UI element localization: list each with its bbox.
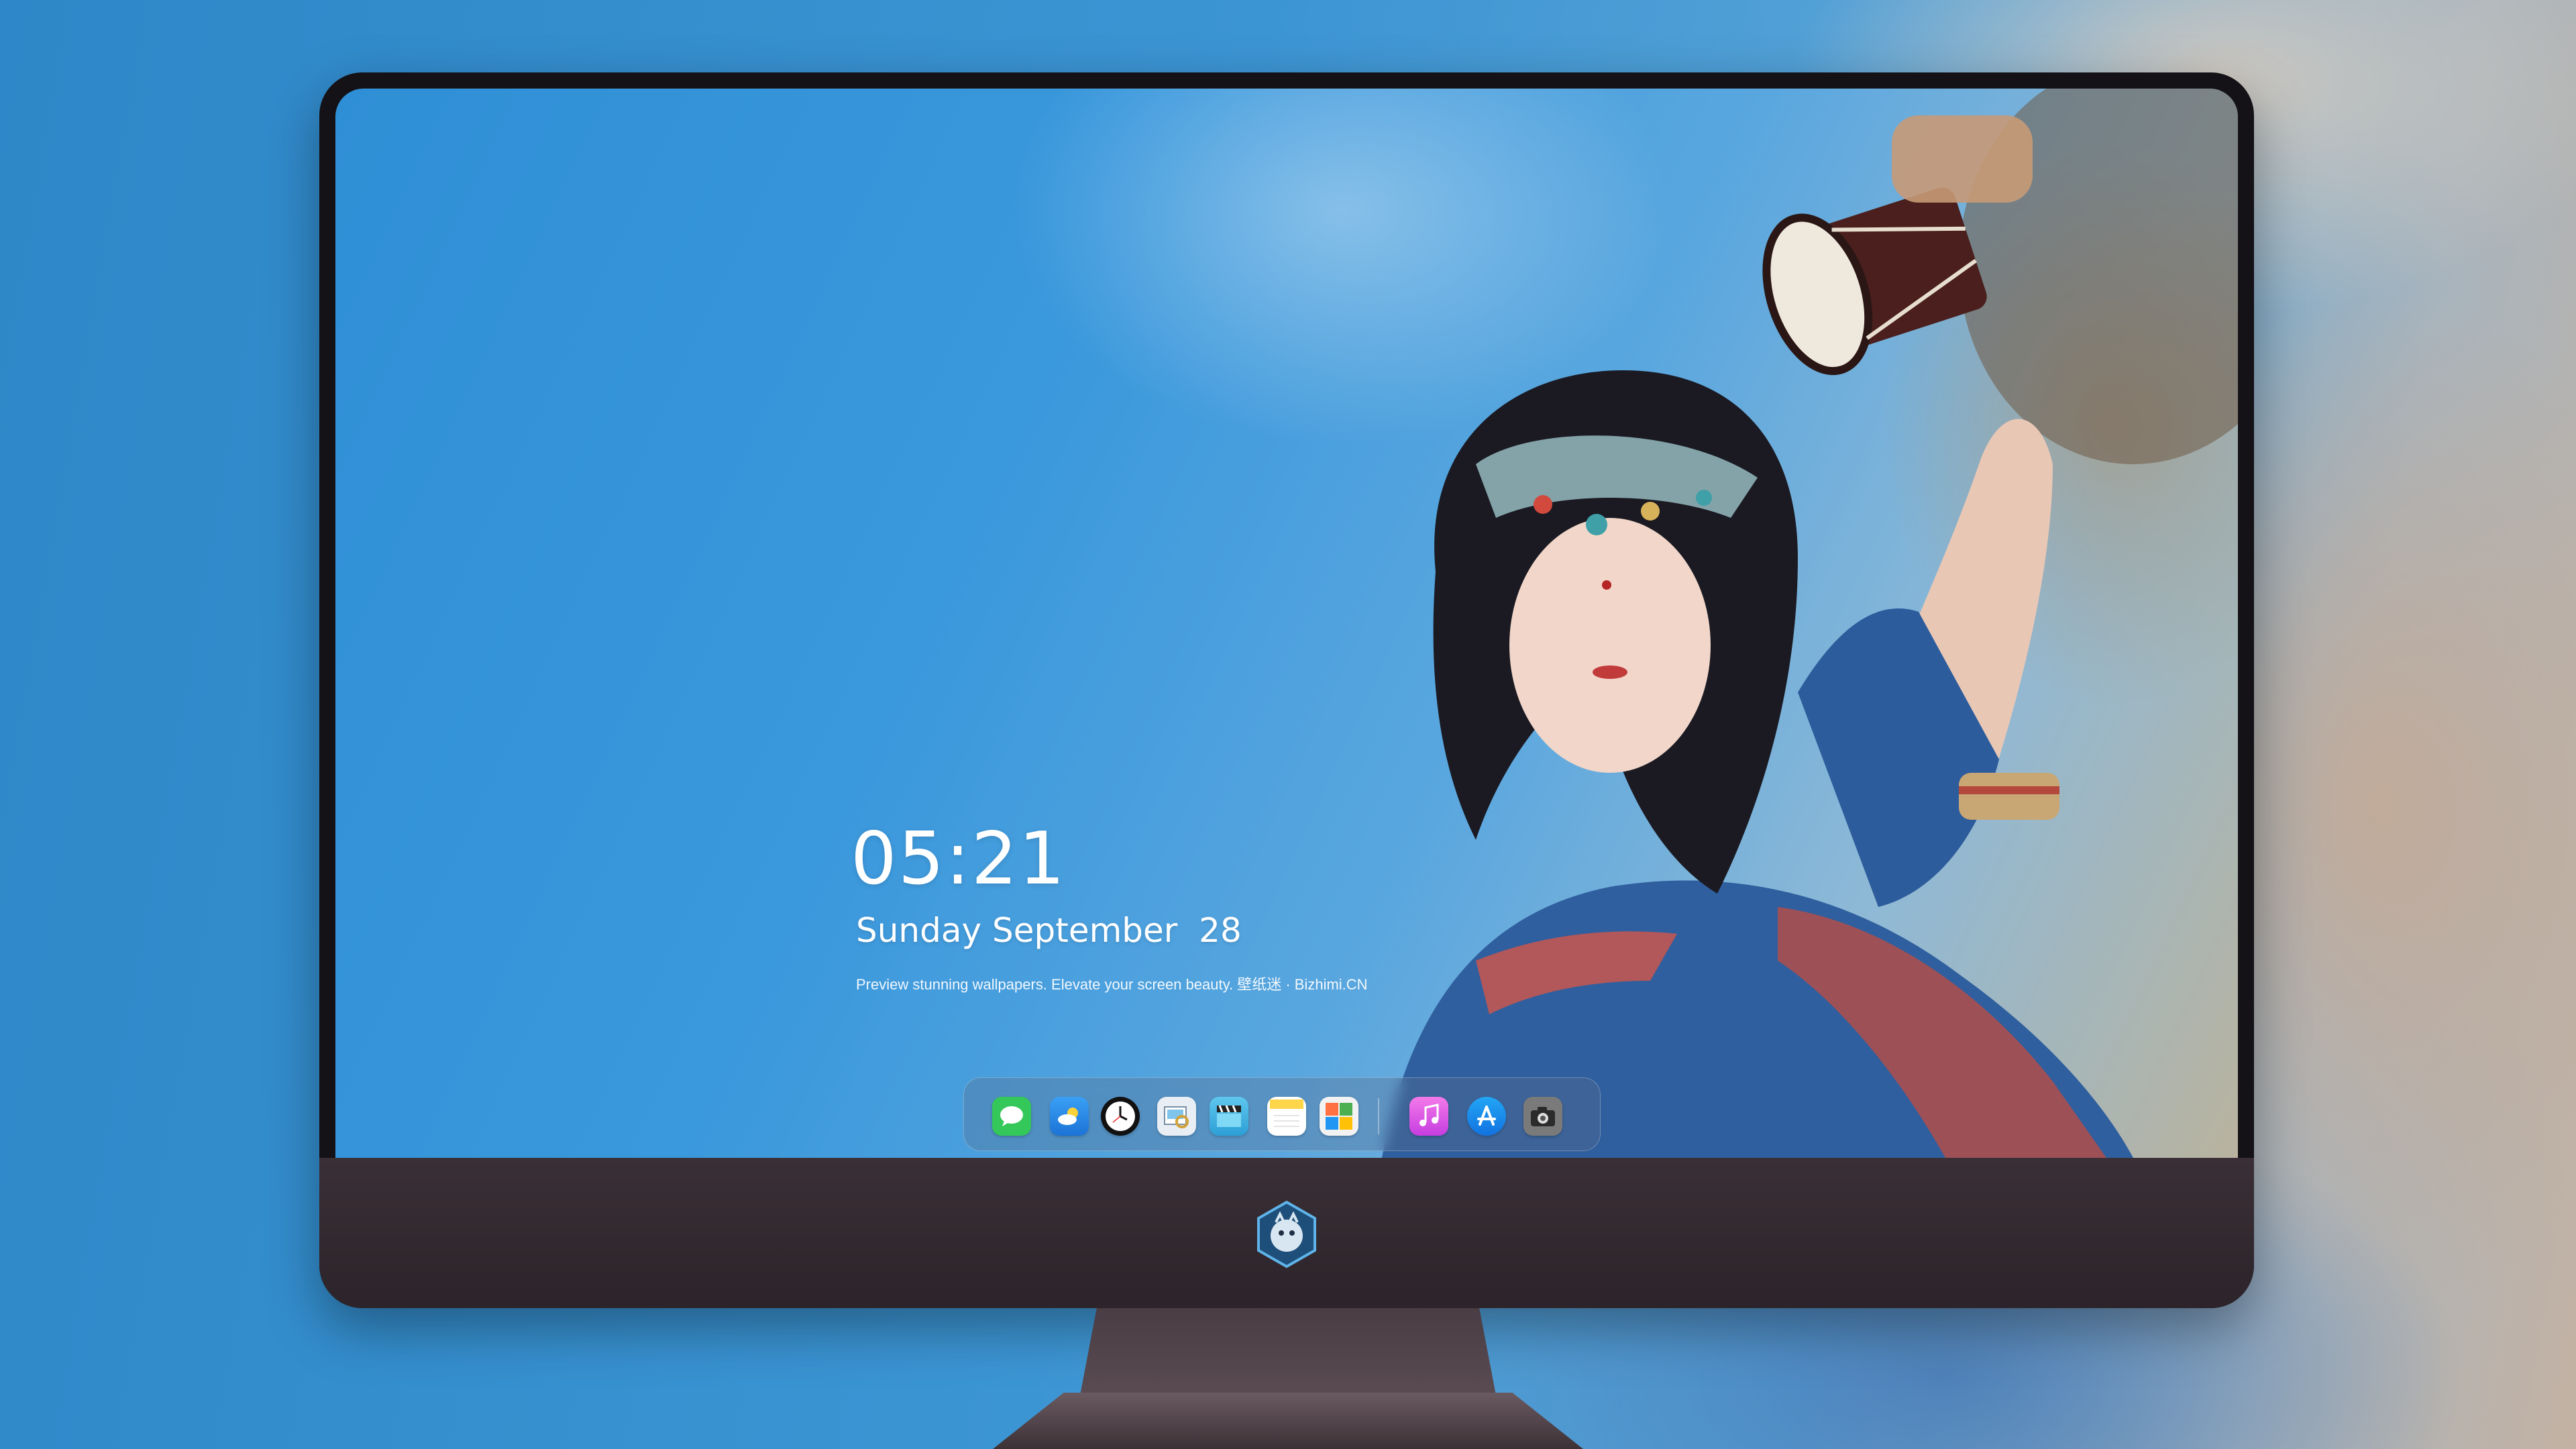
wallpaper-image — [1382, 89, 2238, 1158]
lockscreen-date: Sunday September 28 — [856, 911, 1242, 950]
monitor-stand-neck — [1080, 1308, 1496, 1395]
music-icon[interactable] — [1409, 1097, 1448, 1136]
messages-icon[interactable] — [992, 1097, 1031, 1136]
weather-icon[interactable] — [1050, 1097, 1089, 1136]
screenshot-icon[interactable] — [1523, 1097, 1562, 1136]
monitor-stand-base — [993, 1393, 1583, 1449]
final-cut-icon[interactable] — [1210, 1097, 1248, 1136]
brand-logo-icon — [1257, 1201, 1316, 1268]
notes-icon[interactable] — [1267, 1097, 1306, 1136]
preview-icon[interactable] — [1157, 1097, 1196, 1136]
desktop-screen: 05:21 Sunday September 28 Preview stunni… — [335, 89, 2238, 1158]
photo-booth-icon[interactable] — [1320, 1097, 1358, 1136]
lockscreen-time: 05:21 — [851, 817, 1067, 901]
dock — [963, 1077, 1601, 1151]
dock-divider — [1378, 1098, 1379, 1134]
wallpaper-tagline: Preview stunning wallpapers. Elevate you… — [856, 976, 1368, 993]
app-store-icon[interactable] — [1467, 1097, 1506, 1136]
clock-icon[interactable] — [1101, 1097, 1140, 1136]
